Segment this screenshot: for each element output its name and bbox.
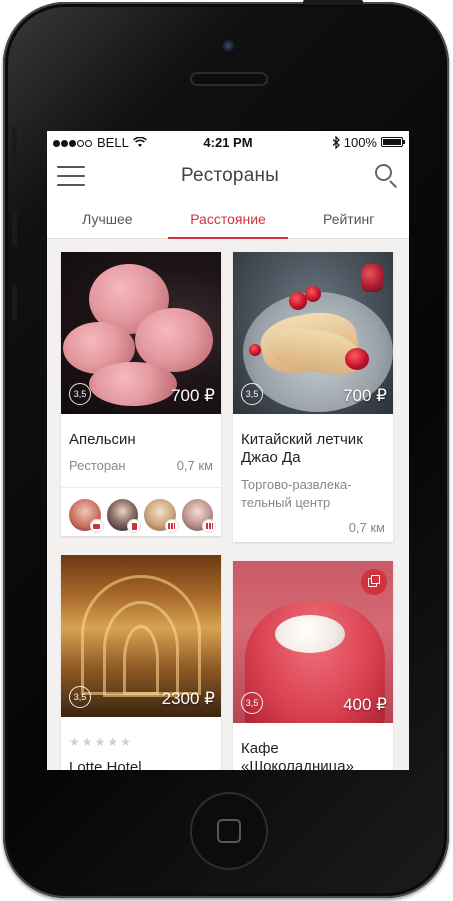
friend-avatars <box>61 488 221 536</box>
volume-up-button <box>12 210 17 246</box>
tab-best[interactable]: Лучшее <box>47 199 168 238</box>
restaurant-name: Апельсин <box>69 431 136 448</box>
wifi-icon <box>132 136 147 147</box>
restaurant-name: Кафе «Шоколадница» <box>241 740 354 770</box>
mute-switch <box>12 127 17 167</box>
restaurant-card[interactable]: 3,5 700 ₽ Китайский летчик Джао Да Торго… <box>233 252 393 542</box>
price-label: 400 ₽ <box>343 695 387 714</box>
tab-distance[interactable]: Расстояние <box>167 199 289 239</box>
search-icon[interactable] <box>374 164 399 189</box>
star-icon: ★ <box>81 735 93 749</box>
power-button <box>303 0 363 5</box>
friend-avatar[interactable] <box>144 499 179 533</box>
restaurant-card[interactable]: 3,5 400 ₽ Кафе «Шоколадница» <box>233 561 393 770</box>
restaurant-type: Торгово-развлека-тельный центр <box>241 477 352 510</box>
friend-avatar[interactable] <box>106 499 141 533</box>
restaurant-card[interactable]: 3,5 700 ₽ Апельсин Ресторан 0,7 км <box>61 252 221 536</box>
sort-tabs: Лучшее Расстояние Рейтинг <box>47 199 409 239</box>
front-camera <box>222 40 236 54</box>
restaurant-card[interactable]: 3,5 2300 ₽ ★ ★ ★ ★ ★ Lotte Hotel <box>61 555 221 770</box>
status-time: 4:21 PM <box>203 134 253 150</box>
page-title: Рестораны <box>180 165 280 186</box>
home-square-icon <box>217 819 241 843</box>
bluetooth-icon <box>332 135 340 149</box>
rating-badge: 3,5 <box>69 383 91 405</box>
earpiece-speaker <box>190 72 268 86</box>
rating-bars-icon <box>202 519 216 533</box>
bookmark-icon <box>127 519 141 533</box>
home-button[interactable] <box>190 792 268 870</box>
status-bar: BELL 4:21 PM 100% <box>47 131 409 153</box>
star-icon: ★ <box>94 735 106 749</box>
restaurant-name: Китайский летчик Джао Да <box>241 431 363 466</box>
restaurant-name: Lotte Hotel <box>69 759 142 770</box>
friend-avatar[interactable] <box>69 499 104 533</box>
app-screen: BELL 4:21 PM 100% Рестораны Лучшее Расст… <box>47 131 409 770</box>
carrier-label: BELL <box>97 134 129 150</box>
restaurant-photo: 3,5 700 ₽ <box>61 252 221 414</box>
friend-avatar[interactable] <box>181 499 216 533</box>
volume-down-button <box>12 284 17 320</box>
battery-percent: 100% <box>343 134 377 150</box>
distance-label: 0,7 км <box>348 520 385 535</box>
distance-label: 0,7 км <box>176 458 213 473</box>
comment-icon <box>89 519 104 533</box>
star-icon: ★ <box>120 735 131 749</box>
restaurant-photo: 3,5 700 ₽ <box>233 252 393 414</box>
menu-icon[interactable] <box>57 166 85 186</box>
rating-bars-icon <box>164 519 179 533</box>
restaurant-type: Ресторан <box>69 458 126 473</box>
nav-bar: Рестораны <box>47 153 409 199</box>
restaurant-photo: 3,5 400 ₽ <box>233 561 393 723</box>
star-icon: ★ <box>107 735 119 749</box>
star-rating: ★ ★ ★ ★ ★ <box>61 717 221 749</box>
star-icon: ★ <box>69 735 80 749</box>
price-label: 2300 ₽ <box>161 689 215 708</box>
rating-badge: 3,5 <box>241 692 263 714</box>
tab-rating[interactable]: Рейтинг <box>288 199 409 238</box>
copy-icon[interactable] <box>361 569 387 595</box>
price-label: 700 ₽ <box>171 386 215 405</box>
battery-icon <box>380 137 405 147</box>
rating-badge: 3,5 <box>241 383 263 405</box>
rating-badge: 3,5 <box>69 686 91 708</box>
price-label: 700 ₽ <box>343 386 387 405</box>
restaurant-photo: 3,5 2300 ₽ <box>61 555 221 717</box>
signal-dots-icon <box>53 135 93 150</box>
